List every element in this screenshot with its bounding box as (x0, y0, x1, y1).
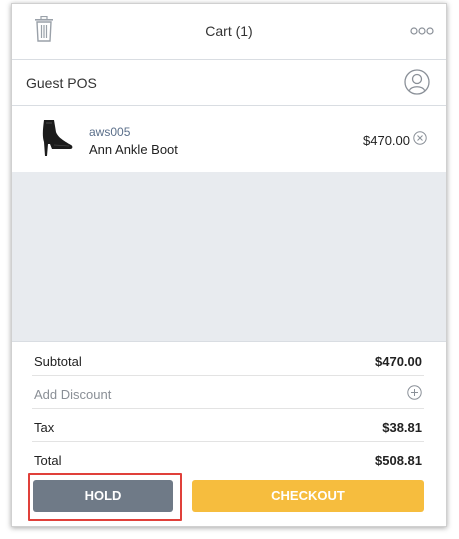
tax-row: Tax $38.81 (32, 409, 424, 442)
product-name: Ann Ankle Boot (89, 142, 178, 157)
subtotal-row: Subtotal $470.00 (32, 343, 424, 376)
cart-title: Cart (1) (205, 23, 253, 39)
plus-circle-icon[interactable] (407, 385, 422, 400)
hold-button[interactable]: HOLD (33, 480, 173, 512)
cart-empty-area (12, 172, 446, 342)
tax-value: $38.81 (382, 420, 422, 435)
customer-row[interactable]: Guest POS (12, 60, 446, 106)
add-discount-label[interactable]: Add Discount (34, 387, 111, 402)
customer-name: Guest POS (26, 75, 97, 91)
cart-header: Cart (1) (12, 4, 446, 60)
total-value: $508.81 (375, 453, 422, 468)
product-sku: aws005 (89, 125, 131, 139)
order-summary: Subtotal $470.00 Add Discount Tax $38.81… (32, 343, 424, 475)
product-price: $470.00 (363, 133, 410, 148)
more-icon[interactable] (410, 26, 434, 36)
user-icon[interactable] (404, 69, 430, 95)
cart-item[interactable]: aws005 Ann Ankle Boot $470.00 (12, 106, 446, 172)
pos-cart-panel: Cart (1) Guest POS aws005 Ann Ankle Boot… (11, 3, 447, 527)
tax-label: Tax (34, 420, 55, 435)
ankle-boot-image (42, 120, 73, 156)
remove-item-icon[interactable] (413, 131, 427, 145)
subtotal-value: $470.00 (375, 354, 422, 369)
total-label: Total (34, 453, 62, 468)
add-discount-row[interactable]: Add Discount (32, 376, 424, 409)
checkout-button[interactable]: CHECKOUT (192, 480, 424, 512)
subtotal-label: Subtotal (34, 354, 82, 369)
total-row: Total $508.81 (32, 442, 424, 475)
